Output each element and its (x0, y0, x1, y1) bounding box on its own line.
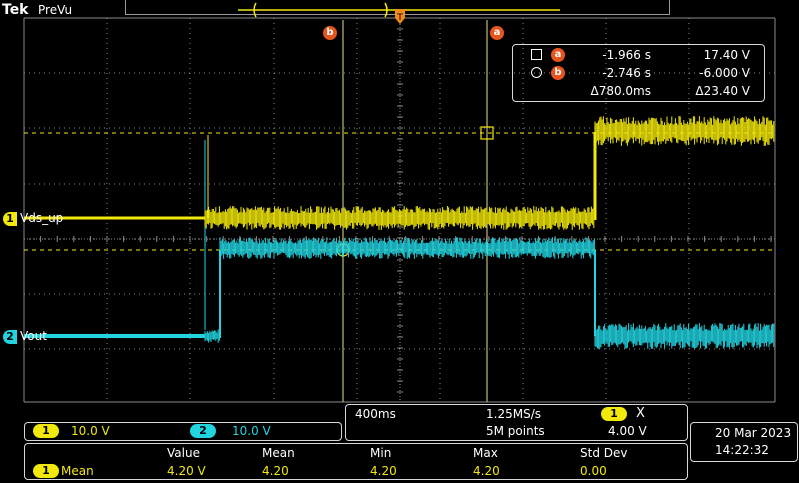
delta-time: Δ780.0ms (590, 84, 651, 98)
circle-cursor-icon (531, 67, 542, 78)
cursor-delta-row: Δ780.0ms Δ23.40 V (513, 83, 764, 101)
ch2-scale-badge[interactable]: 2 (190, 424, 216, 438)
time-per-div: 400ms (355, 407, 396, 421)
record-length: 5M points (486, 424, 545, 438)
horizontal-settings-panel[interactable]: 400ms 1.25MS/s 5M points 1 X 4.00 V (345, 404, 688, 441)
cursor-a-badge: a (551, 48, 565, 62)
cursor-b-row: b -2.746 s -6.000 V (513, 65, 764, 83)
meas-std: 0.00 (580, 464, 607, 478)
ch1-number: 1 (3, 212, 17, 226)
cursor-a-row: a -1.966 s 17.40 V (513, 47, 764, 65)
meas-min: 4.20 (370, 464, 397, 478)
ch1-scale: 10.0 V (71, 424, 110, 438)
ch1-trace-high (594, 116, 775, 146)
header-min: Min (370, 446, 392, 460)
meas-value: 4.20 V (167, 464, 206, 478)
ch1-trace-mid (204, 206, 595, 230)
sample-rate: 1.25MS/s (486, 407, 541, 421)
square-cursor-icon (531, 49, 542, 60)
ch2-label: Vout (20, 329, 47, 343)
header-std: Std Dev (580, 446, 628, 460)
cursor-a-time: -1.966 s (602, 48, 651, 62)
meas-mean: 4.20 (262, 464, 289, 478)
ch2-number: 2 (3, 330, 17, 344)
waveform-traces (24, 116, 775, 349)
header-value: Value (167, 446, 200, 460)
cursor-a-flag[interactable]: a (490, 26, 504, 40)
header-mean: Mean (262, 446, 295, 460)
cursor-b-badge: b (551, 66, 565, 80)
meas-max: 4.20 (473, 464, 500, 478)
header-max: Max (473, 446, 498, 460)
ch2-scale: 10.0 V (232, 424, 271, 438)
trigger-position-marker: T (395, 9, 405, 24)
channel-settings-panel[interactable]: 1 10.0 V 2 10.0 V (24, 422, 342, 441)
trigger-level: 4.00 V (608, 424, 647, 438)
measurement-panel[interactable]: Value Mean Min Max Std Dev 1 Mean 4.20 V… (24, 443, 688, 480)
trigger-marker-label: T (396, 13, 403, 23)
delta-volt: Δ23.40 V (695, 84, 750, 98)
meas-name: Mean (61, 464, 94, 478)
cursor-b-flag[interactable]: b (323, 26, 337, 40)
date-time-panel: 20 Mar 2023 14:22:32 (690, 422, 798, 462)
ch2-trace-settled (594, 323, 775, 349)
ch1-label: Vds_up (20, 211, 64, 225)
oscilloscope-screen: Tek PreVu T b a a -1.966 s 17.40 V b -2.… (0, 0, 799, 483)
ch1-scale-badge[interactable]: 1 (33, 424, 59, 438)
date: 20 Mar 2023 (715, 426, 792, 440)
cursor-b-time: -2.746 s (602, 66, 651, 80)
trigger-source-badge: 1 (601, 407, 627, 421)
ch2-trace-high (219, 237, 595, 259)
ch2-trace-rise-noise (204, 329, 220, 343)
cursor-b-volt: -6.000 V (699, 66, 750, 80)
trigger-edge-icon: X (636, 406, 645, 421)
cursor-readout-panel: a -1.966 s 17.40 V b -2.746 s -6.000 V Δ… (512, 44, 765, 102)
cursor-a-volt: 17.40 V (703, 48, 750, 62)
time: 14:22:32 (715, 443, 769, 457)
meas-source-badge: 1 (33, 464, 59, 478)
